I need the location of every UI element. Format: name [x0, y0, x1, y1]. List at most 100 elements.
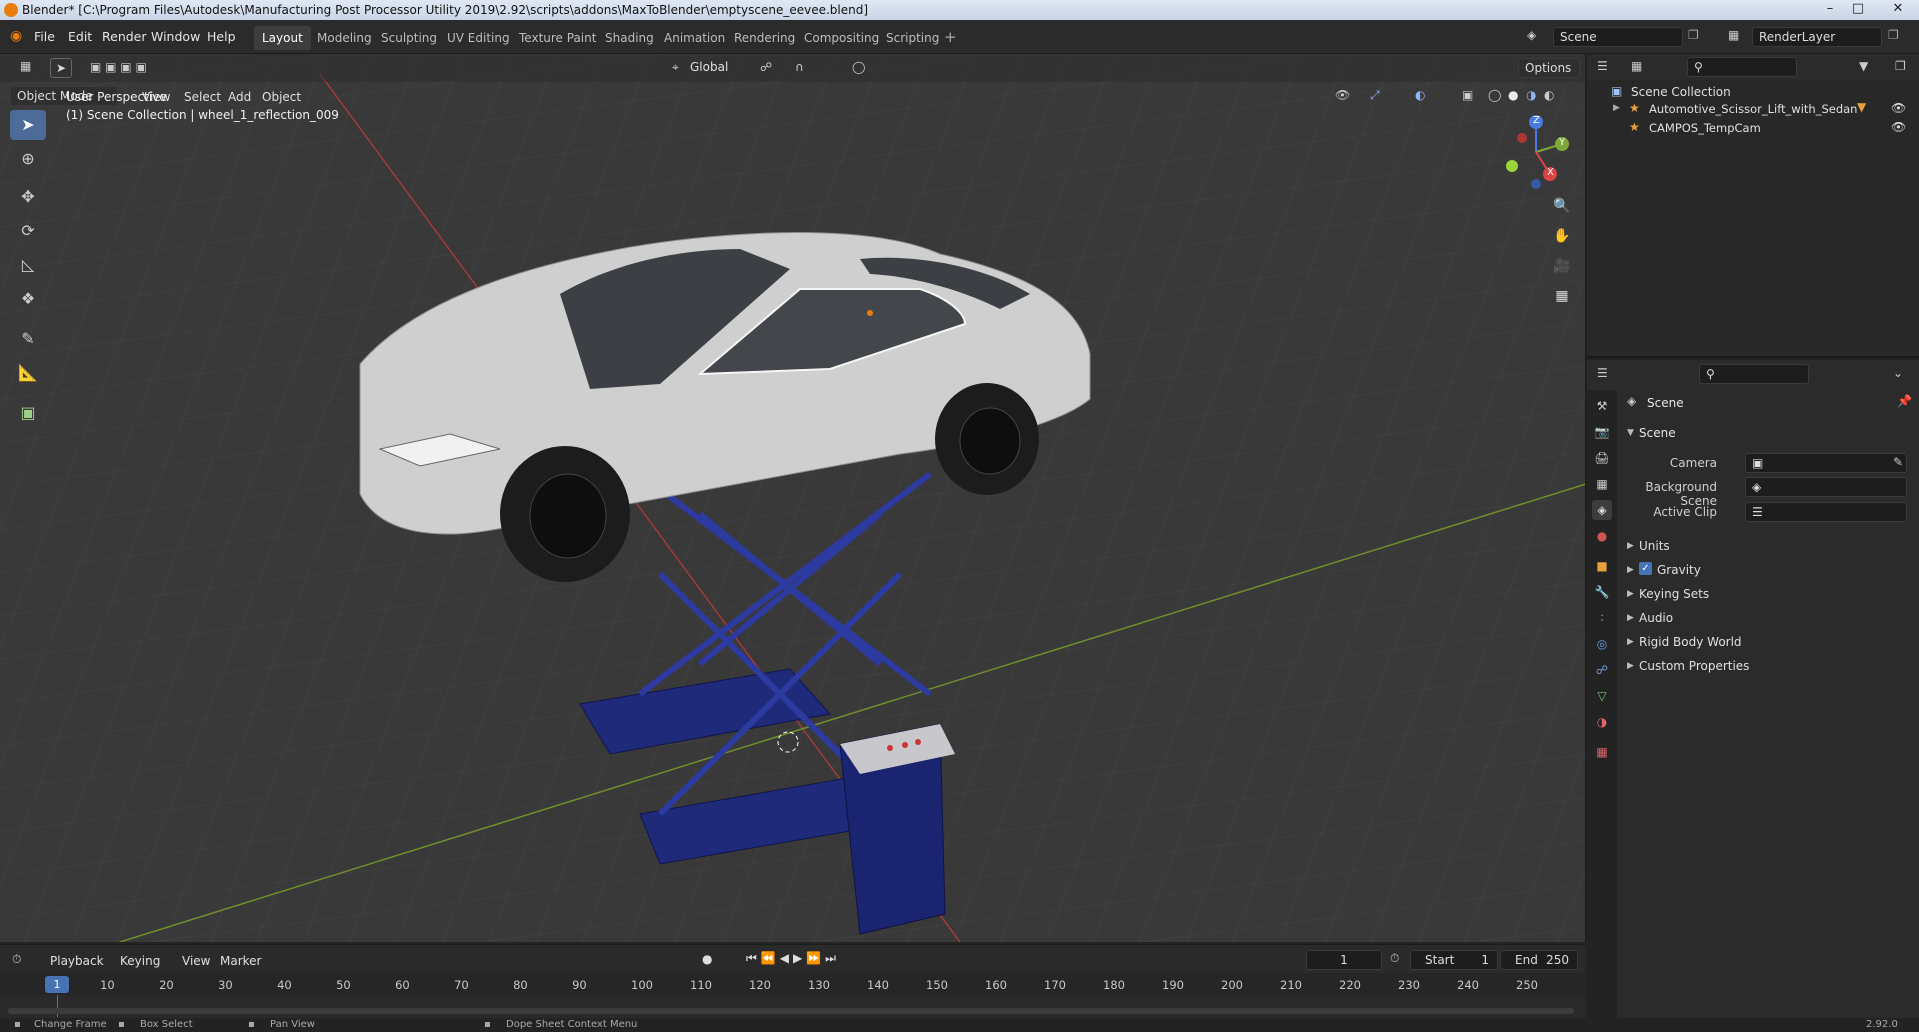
scene-panel-title[interactable]: Scene	[1639, 426, 1676, 440]
data-tab-icon[interactable]: ▽	[1592, 686, 1612, 706]
blender-menu-icon[interactable]: ◉	[10, 28, 22, 44]
render-layer-selector[interactable]: RenderLayer	[1752, 27, 1882, 47]
physics-tab-icon[interactable]: ◎	[1592, 634, 1612, 654]
orientation-dropdown[interactable]: Global	[690, 60, 728, 74]
scale-tool-icon[interactable]: ◺	[10, 250, 46, 280]
keying-sets-section[interactable]: Keying Sets	[1639, 587, 1709, 601]
collapse-icon[interactable]: ▼	[1627, 428, 1634, 438]
view-layer-tab-icon[interactable]: ▦	[1592, 474, 1612, 494]
menu-object[interactable]: Object	[256, 88, 307, 106]
outliner-item-lift[interactable]: Automotive_Scissor_Lift_with_Sedan	[1649, 102, 1857, 116]
tab-layout[interactable]: Layout	[254, 26, 311, 50]
menu-select[interactable]: Select	[178, 88, 227, 106]
pin-icon[interactable]: 📌	[1897, 394, 1912, 408]
new-scene-icon[interactable]: ❐	[1688, 28, 1699, 42]
scene-browse-icon[interactable]: ◈	[1527, 28, 1536, 42]
transform-tool-icon[interactable]: ❖	[10, 284, 46, 314]
material-shading-icon[interactable]: ◑	[1526, 88, 1536, 102]
start-frame-field[interactable]: Start 1	[1410, 950, 1498, 970]
menu-window[interactable]: Window	[151, 29, 200, 44]
properties-search-input[interactable]: ⚲	[1699, 364, 1809, 384]
gizmo-toggle-icon[interactable]: ⤢	[1370, 88, 1380, 103]
expand-icon[interactable]: ▶	[1613, 103, 1620, 113]
visibility-icon[interactable]: 👁	[1335, 88, 1350, 102]
scene-tab-icon[interactable]: ◈	[1592, 500, 1612, 520]
current-frame-field[interactable]: 1	[1306, 950, 1382, 970]
menu-playback[interactable]: Playback	[44, 952, 110, 970]
menu-marker[interactable]: Marker	[214, 952, 267, 970]
properties-editor-icon[interactable]: ☰	[1597, 366, 1608, 380]
expand-icon[interactable]: ▶	[1627, 565, 1634, 575]
minimize-icon[interactable]: –	[1817, 0, 1843, 19]
wireframe-shading-icon[interactable]: ◯	[1488, 88, 1501, 102]
outliner-item-camera[interactable]: CAMPOS_TempCam	[1649, 121, 1761, 135]
options-dropdown[interactable]: Options	[1518, 58, 1580, 78]
pivot-icon[interactable]: ☍	[760, 60, 772, 74]
menu-help[interactable]: Help	[207, 29, 236, 44]
selection-mode-icon[interactable]: ▣ ▣ ▣ ▣	[90, 60, 147, 74]
camera-view-icon[interactable]: 🎥	[1550, 254, 1574, 278]
texture-tab-icon[interactable]: ▦	[1592, 742, 1612, 762]
timeline-editor-icon[interactable]: ⏱	[12, 952, 21, 967]
tab-modeling[interactable]: Modeling	[309, 26, 380, 50]
scene-selector[interactable]: Scene	[1553, 27, 1683, 47]
display-mode-icon[interactable]: ▦	[1631, 59, 1642, 73]
constraints-tab-icon[interactable]: ☍	[1592, 660, 1612, 680]
custom-properties-section[interactable]: Custom Properties	[1639, 659, 1749, 673]
material-tab-icon[interactable]: ◑	[1592, 712, 1612, 732]
menu-edit[interactable]: Edit	[68, 29, 92, 44]
expand-icon[interactable]: ▶	[1627, 613, 1634, 623]
new-layer-icon[interactable]: ❐	[1888, 28, 1899, 42]
annotate-tool-icon[interactable]: ✎	[10, 324, 46, 354]
menu-add[interactable]: Add	[222, 88, 257, 106]
outliner-editor-icon[interactable]: ☰	[1597, 59, 1608, 73]
select-box-icon[interactable]: ➤	[10, 110, 46, 140]
rigid-body-world-section[interactable]: Rigid Body World	[1639, 635, 1742, 649]
eyedropper-icon[interactable]: ✎	[1893, 455, 1903, 469]
3d-viewport[interactable]: ▦ ➤ ▣ ▣ ▣ ▣ ⌖ Global ☍ ∩ ◯ Options Objec…	[0, 54, 1586, 942]
modifier-tab-icon[interactable]: 🔧	[1592, 582, 1612, 602]
tab-texture-paint[interactable]: Texture Paint	[511, 26, 604, 50]
outliner-search-input[interactable]: ⚲	[1687, 57, 1797, 77]
cursor-tool-icon[interactable]: ⊕	[10, 144, 46, 174]
tab-shading[interactable]: Shading	[597, 26, 662, 50]
render-tab-icon[interactable]: 📷	[1592, 422, 1612, 442]
playhead[interactable]: 1	[45, 976, 69, 993]
rendered-shading-icon[interactable]: ◐	[1544, 88, 1554, 102]
expand-icon[interactable]: ▶	[1627, 589, 1634, 599]
zoom-icon[interactable]: 🔍	[1550, 194, 1574, 218]
record-icon[interactable]: ●	[702, 952, 712, 966]
rotate-tool-icon[interactable]: ⟳	[10, 216, 46, 246]
eye-icon[interactable]: 👁	[1891, 101, 1906, 115]
snap-icon[interactable]: ∩	[795, 60, 804, 74]
close-icon[interactable]: ✕	[1880, 0, 1916, 19]
object-tab-icon[interactable]: ■	[1592, 556, 1612, 576]
menu-file[interactable]: File	[34, 29, 55, 44]
menu-keying[interactable]: Keying	[114, 952, 166, 970]
proportional-edit-icon[interactable]: ◯	[852, 60, 865, 74]
playback-controls[interactable]: ⏮⏪◀▶⏩⏭	[746, 951, 840, 966]
options-chevron-icon[interactable]: ⌄	[1893, 366, 1903, 380]
scene-collection-label[interactable]: Scene Collection	[1631, 85, 1731, 99]
expand-icon[interactable]: ▶	[1627, 661, 1634, 671]
measure-tool-icon[interactable]: 📐	[10, 358, 46, 388]
tool-tab-icon[interactable]: ⚒	[1592, 396, 1612, 416]
active-clip-field[interactable]: ☰	[1745, 502, 1907, 522]
tab-uv-editing[interactable]: UV Editing	[439, 26, 518, 50]
world-tab-icon[interactable]: ●	[1592, 526, 1612, 546]
menu-timeline-view[interactable]: View	[176, 952, 216, 970]
clock-icon[interactable]: ⏱	[1390, 951, 1399, 966]
xray-icon[interactable]: ▣	[1462, 88, 1473, 102]
expand-icon[interactable]: ▶	[1627, 637, 1634, 647]
units-section[interactable]: Units	[1639, 539, 1670, 553]
tab-compositing[interactable]: Compositing	[796, 26, 887, 50]
end-frame-field[interactable]: End 250	[1500, 950, 1578, 970]
eye-icon[interactable]: 👁	[1891, 120, 1906, 134]
tab-sculpting[interactable]: Sculpting	[373, 26, 445, 50]
background-scene-field[interactable]: ◈	[1745, 477, 1907, 497]
gravity-checkbox[interactable]: ✓	[1639, 562, 1652, 575]
camera-field[interactable]: ▣	[1745, 453, 1907, 473]
transform-orientation-icon[interactable]: ⌖	[672, 60, 679, 75]
expand-icon[interactable]: ▶	[1627, 541, 1634, 551]
tab-animation[interactable]: Animation	[656, 26, 733, 50]
